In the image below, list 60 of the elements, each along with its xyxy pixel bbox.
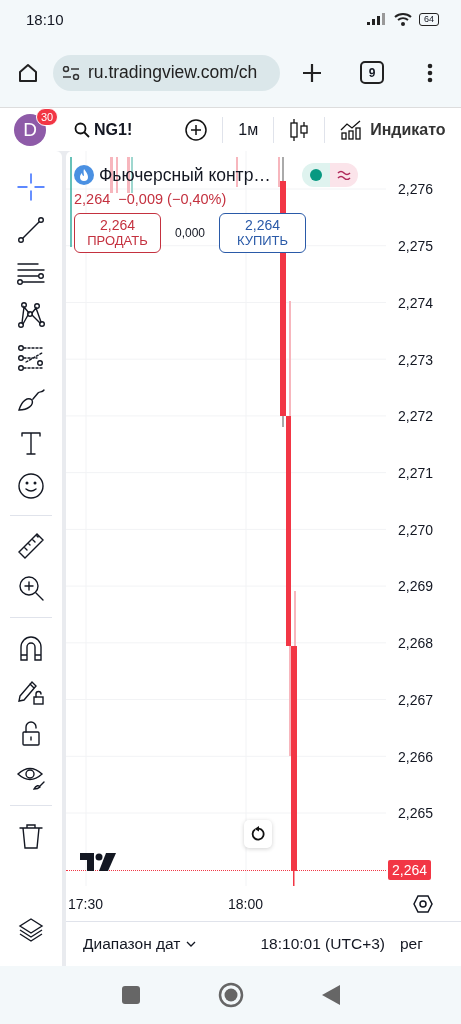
price-label: 2,269	[398, 578, 434, 595]
battery-indicator: 64	[419, 12, 439, 26]
status-dot-icon	[309, 169, 322, 181]
crosshair-icon	[16, 172, 46, 202]
candles-icon[interactable]	[289, 117, 310, 142]
pattern-icon	[16, 300, 46, 331]
settings-icon[interactable]	[413, 893, 433, 914]
price-label: 2,275	[398, 238, 434, 255]
layers-icon[interactable]	[17, 916, 45, 944]
spread-value: 0,000	[175, 226, 206, 240]
instrument-title[interactable]: Фьючерсный контр…	[99, 164, 271, 186]
home-button-icon[interactable]	[217, 982, 244, 1008]
price-label: 2,272	[398, 408, 434, 425]
logo-icon	[80, 853, 116, 871]
timezone-clock[interactable]: 18:10:01 (UTC+3)	[260, 935, 385, 953]
smiley-icon	[16, 470, 46, 501]
price-label: 2,267	[398, 691, 434, 708]
indicators-button[interactable]: Индикато	[340, 119, 446, 140]
interval-button[interactable]: 1м	[238, 120, 259, 139]
more-icon[interactable]	[427, 62, 433, 83]
clock: 18:10	[26, 10, 64, 28]
time-label: 17:30	[68, 895, 105, 912]
dotted-lines-icon	[16, 342, 46, 373]
add-symbol-icon[interactable]	[185, 118, 208, 141]
price-label: 2,274	[398, 294, 434, 311]
new-tab-icon[interactable]	[302, 62, 322, 83]
time-label: 18:00	[228, 895, 264, 912]
reset-chart-button[interactable]	[244, 820, 272, 848]
recents-icon[interactable]	[121, 986, 140, 1004]
notification-badge: 30	[36, 108, 59, 126]
tab-count-button[interactable]: 9	[360, 61, 384, 84]
symbol-search-button[interactable]: NG1!	[74, 120, 133, 139]
price-label: 2,270	[398, 521, 434, 538]
sell-button[interactable]: 2,264 ПРОДАТЬ	[74, 213, 161, 253]
wifi-icon	[394, 12, 412, 26]
chevron-down-icon	[186, 941, 197, 947]
session-button[interactable]: рег	[399, 935, 423, 953]
indicators-icon	[340, 119, 363, 140]
price-label: 2,268	[398, 635, 434, 652]
search-icon	[74, 121, 90, 138]
price-label: 2,273	[398, 351, 434, 368]
signal-icon	[367, 13, 387, 25]
line-icon	[16, 214, 46, 245]
price-label: 2,276	[398, 181, 434, 198]
delayed-data-icon	[336, 170, 351, 180]
price-change: −0,009 (−0,40%)	[118, 191, 227, 207]
price-label: 2,266	[398, 748, 434, 765]
back-icon[interactable]	[321, 985, 340, 1005]
home-icon[interactable]	[17, 61, 39, 84]
last-price-label: 2,264	[388, 860, 432, 880]
date-range-button[interactable]: Диапазон дат	[83, 935, 197, 953]
last-price: 2,264	[74, 191, 111, 207]
flame-icon	[74, 165, 94, 185]
buy-button[interactable]: 2,264 КУПИТЬ	[219, 213, 307, 253]
site-settings-icon[interactable]	[62, 65, 80, 80]
address-bar[interactable]: ru.tradingview.com/ch	[53, 54, 280, 91]
price-label: 2,265	[398, 805, 434, 822]
rotate-icon	[250, 826, 266, 842]
market-status-pill[interactable]	[301, 163, 358, 187]
price-label: 2,271	[398, 464, 434, 481]
